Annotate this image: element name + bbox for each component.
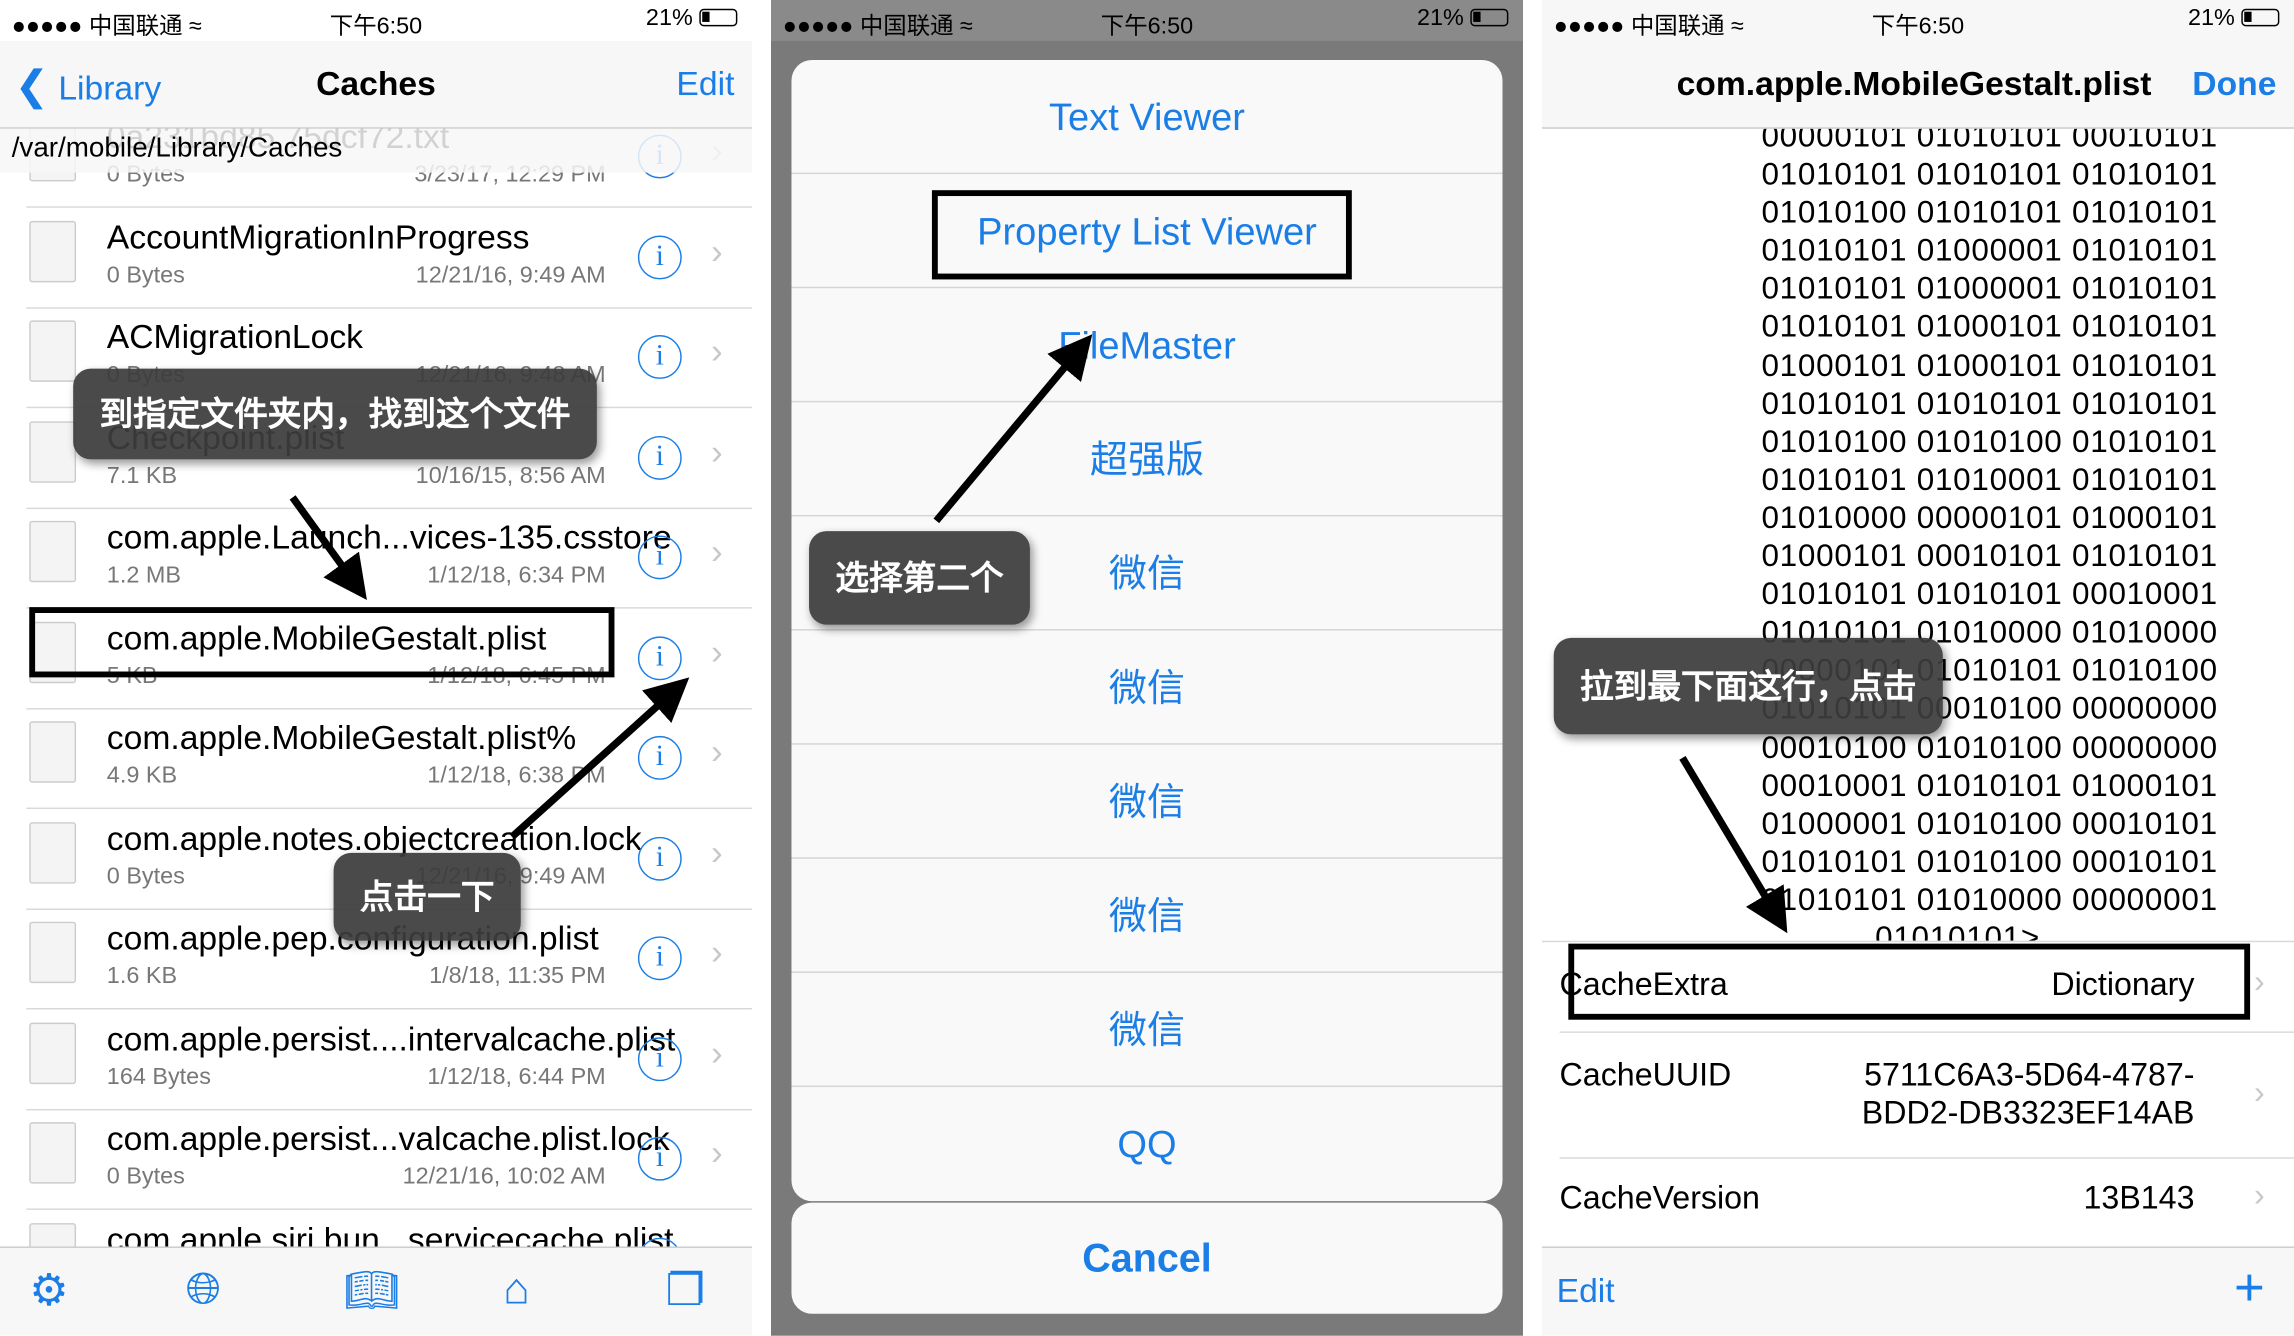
- open-with-panel: ●●●●● 中国联通 ≈ 下午6:50 21% Text Viewer Prope…: [771, 0, 1523, 1336]
- annotation-arrows: [289, 495, 690, 840]
- annotation-arrow: [933, 334, 1093, 524]
- annotation-arrow: [1679, 755, 1788, 934]
- arrow-to-file: [289, 495, 367, 601]
- arrow-to-info: [509, 677, 690, 840]
- file-browser-panel: 0a231bd85 75dcf72.txt 0 Bytes 3/23/17, 1…: [0, 0, 752, 1336]
- plist-viewer-panel: 00000101 01010101 00010101 01010101 0101…: [1542, 0, 2294, 1336]
